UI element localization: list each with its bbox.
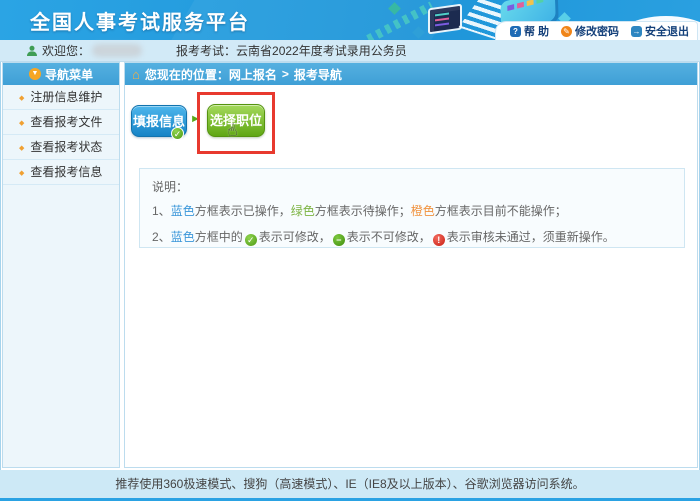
safe-logout-button[interactable]: → 安全退出 <box>631 23 689 39</box>
line1-seg1: 方框表示已操作， <box>195 204 291 218</box>
sidebar-title: 导航菜单 <box>45 66 93 83</box>
header-actions-tab: ? 帮 助 ✎ 修改密码 → 安全退出 <box>496 22 697 40</box>
help-label: 帮 助 <box>524 23 549 39</box>
app-title: 全国人事考试服务平台 <box>30 6 250 35</box>
sidebar-item-view-status[interactable]: ◆ 查看报考状态 <box>3 135 119 160</box>
instructions-heading: 说明： <box>152 178 672 195</box>
page: 全国人事考试服务平台 ? 帮 助 ✎ 修改密码 → 安全退出 <box>0 0 700 501</box>
application-flow: 填报信息 ✓ ► 选择职位 ☝ <box>125 85 697 161</box>
green-word: 绿色 <box>291 204 315 218</box>
help-button[interactable]: ? 帮 助 <box>510 23 549 39</box>
main-content: ⌂ 您现在的位置：网上报名 > 报考导航 填报信息 ✓ ► 选择职位 ☝ 说明：… <box>124 62 698 468</box>
change-password-label: 修改密码 <box>575 23 619 39</box>
editable-check-icon: ✓ <box>171 127 184 140</box>
bullet-icon: ◆ <box>19 120 24 127</box>
line2-seg3: 表示不可修改， <box>347 230 431 244</box>
illustration-screen <box>428 4 462 35</box>
blue-word: 蓝色 <box>171 230 195 244</box>
exam-name: 报考考试：云南省2022年度考试录用公务员 <box>176 42 407 59</box>
line2-seg4: 表示审核未通过，须重新操作。 <box>447 230 615 244</box>
welcome-greeting: 欢迎您： <box>42 42 90 59</box>
line1-seg2: 方框表示待操作； <box>315 204 411 218</box>
welcome-bar: 欢迎您： 报考考试：云南省2022年度考试录用公务员 <box>0 40 700 62</box>
instructions-line2: 2、蓝色方框中的✓表示可修改，−表示不可修改，!表示审核未通过，须重新操作。 <box>152 228 672 246</box>
bullet-icon: ◆ <box>19 145 24 152</box>
sidebar-item-view-documents[interactable]: ◆ 查看报考文件 <box>3 110 119 135</box>
illustration-cube <box>388 2 401 15</box>
sidebar-header: ▼ 导航菜单 <box>3 63 119 85</box>
footer-note: 推荐使用360极速模式、搜狗（高速模式）、IE（IE8及以上版本）、谷歌浏览器访… <box>0 470 700 501</box>
orange-word: 橙色 <box>411 204 435 218</box>
highlight-red-box: 选择职位 ☝ <box>197 92 275 154</box>
exclamation-circle-icon: ! <box>433 234 445 246</box>
username-redacted <box>92 44 142 57</box>
instructions-line1: 1、蓝色方框表示已操作，绿色方框表示待操作；橙色方框表示目前不能操作； <box>152 202 672 219</box>
line2-seg1: 方框中的 <box>195 230 243 244</box>
edit-password-icon: ✎ <box>561 26 572 37</box>
bullet-icon: ◆ <box>19 95 24 102</box>
blue-word: 蓝色 <box>171 204 195 218</box>
home-icon: ⌂ <box>132 67 140 82</box>
fill-info-step-button[interactable]: 填报信息 ✓ <box>131 105 187 137</box>
breadcrumb-separator: > <box>282 67 289 81</box>
help-icon: ? <box>510 26 521 37</box>
breadcrumb-location: 您现在的位置：网上报名 <box>145 66 277 83</box>
safe-logout-label: 安全退出 <box>645 23 689 39</box>
line2-seg2: 表示可修改， <box>259 230 331 244</box>
check-circle-icon: ✓ <box>245 234 257 246</box>
minus-circle-icon: − <box>333 234 345 246</box>
line2-number: 2、 <box>152 230 171 244</box>
nav-menu-icon: ▼ <box>29 68 41 80</box>
illustration-cube <box>412 26 425 39</box>
sidebar-item-label: 查看报考文件 <box>30 115 102 129</box>
instructions-box: 说明： 1、蓝色方框表示已操作，绿色方框表示待操作；橙色方框表示目前不能操作； … <box>139 168 685 248</box>
change-password-button[interactable]: ✎ 修改密码 <box>561 23 619 39</box>
bullet-icon: ◆ <box>19 170 24 177</box>
breadcrumb-current: 报考导航 <box>294 66 342 83</box>
sidebar-item-label: 查看报考状态 <box>30 140 102 154</box>
sidebar-item-registration-info[interactable]: ◆ 注册信息维护 <box>3 85 119 110</box>
sidebar-nav: ▼ 导航菜单 ◆ 注册信息维护 ◆ 查看报考文件 ◆ 查看报考状态 ◆ 查看报考信息 <box>2 62 120 468</box>
sidebar-item-view-info[interactable]: ◆ 查看报考信息 <box>3 160 119 185</box>
breadcrumb: ⌂ 您现在的位置：网上报名 > 报考导航 <box>125 63 697 85</box>
line1-seg3: 方框表示目前不能操作； <box>435 204 567 218</box>
user-icon <box>26 45 38 57</box>
logout-icon: → <box>631 26 642 37</box>
line1-number: 1、 <box>152 204 171 218</box>
sidebar-item-label: 查看报考信息 <box>30 165 102 179</box>
sidebar-item-label: 注册信息维护 <box>30 90 102 104</box>
